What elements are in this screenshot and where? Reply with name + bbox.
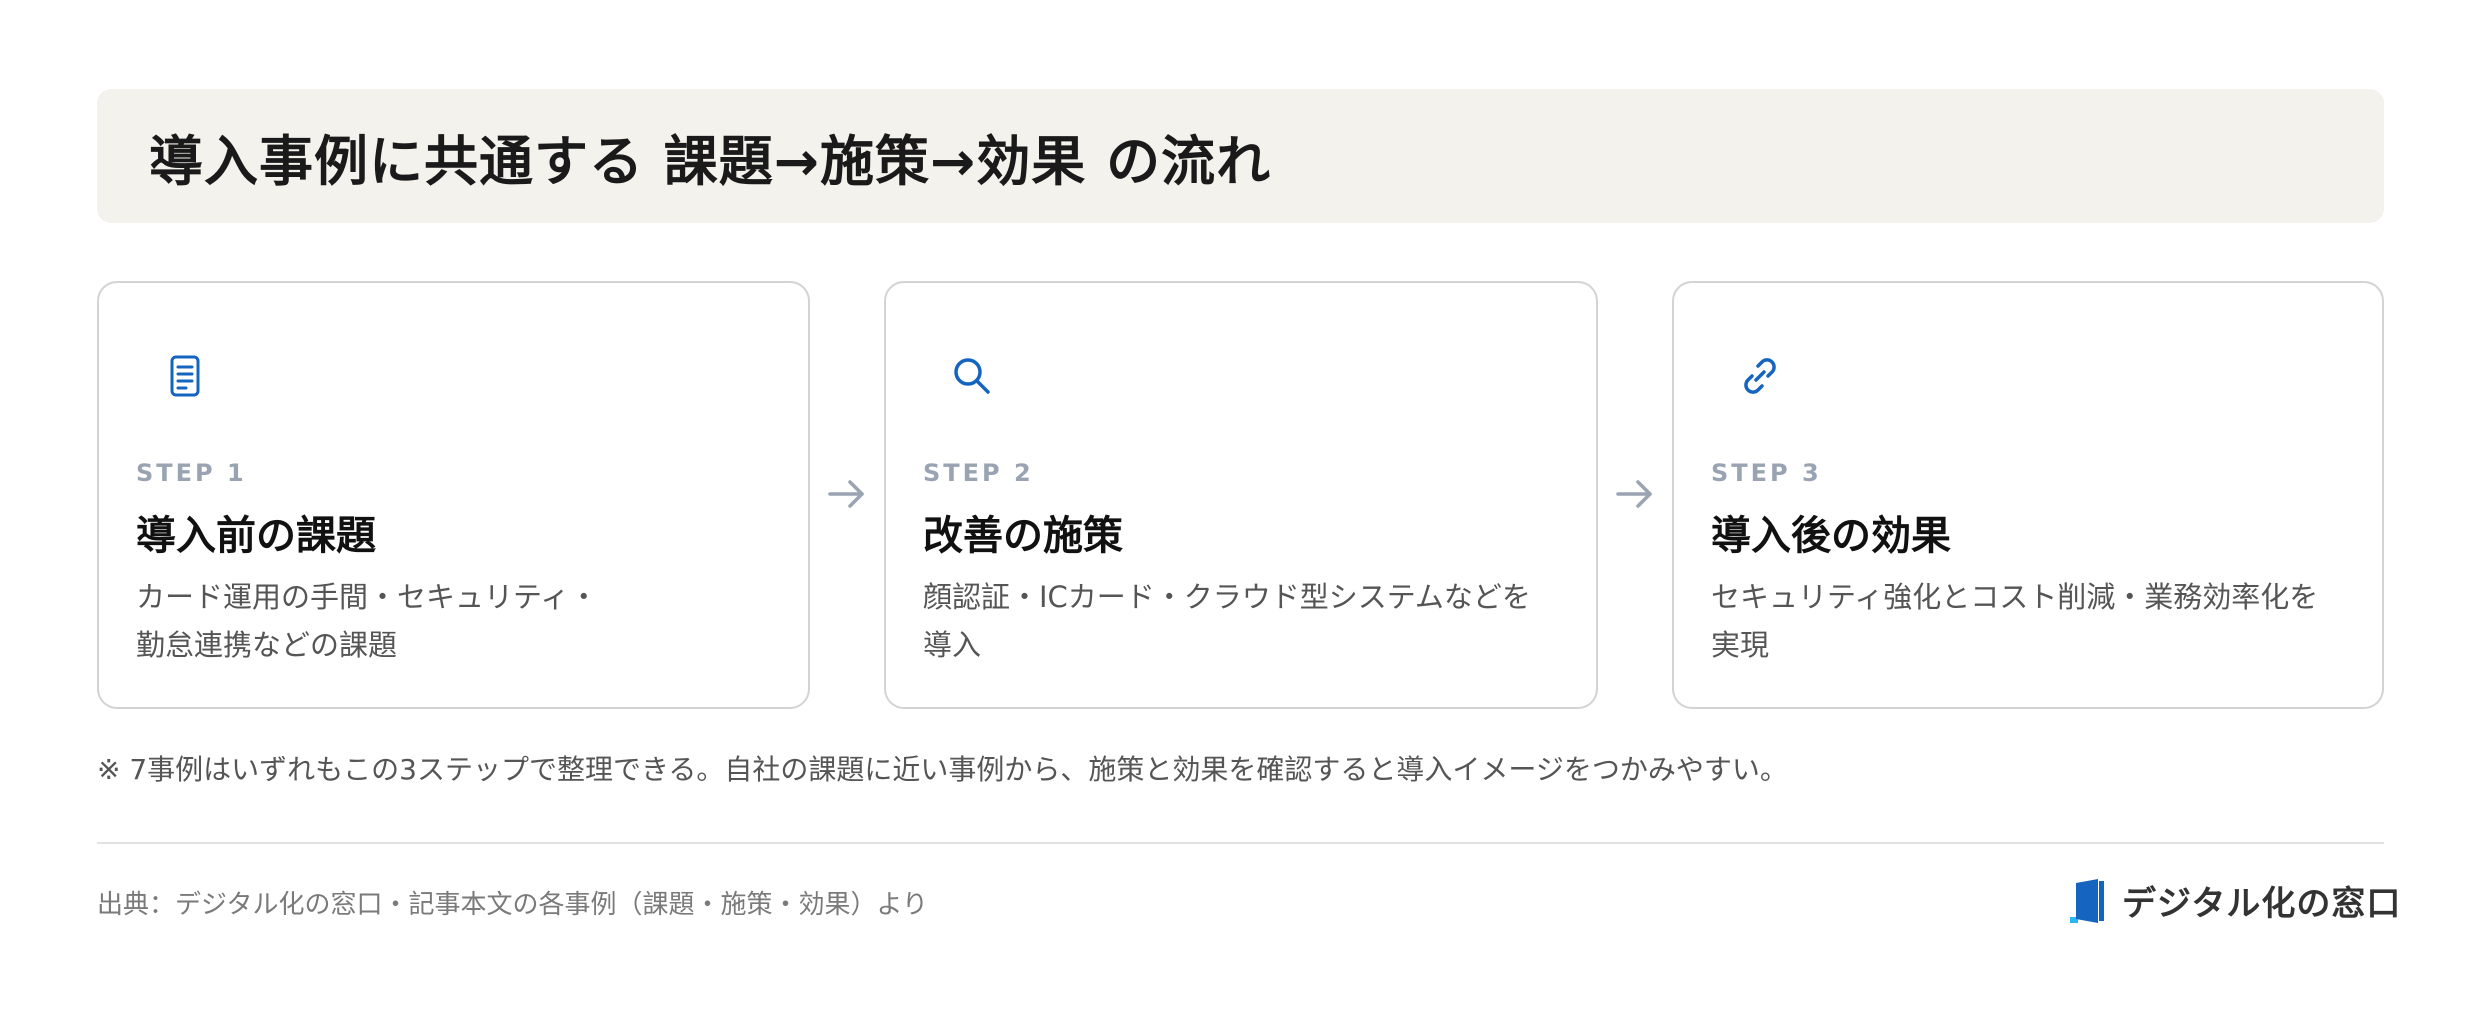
step-card-3: STEP 3 導入後の効果 セキュリティ強化とコスト削減・業務効率化を 実現 xyxy=(1672,281,2384,709)
page: 導入事例に共通する 課題→施策→効果 の流れ STEP 1 導入前の課題 カード… xyxy=(0,0,2480,1016)
step-title: 改善の施策 xyxy=(923,513,1123,559)
step-card-1: STEP 1 導入前の課題 カード運用の手間・セキュリティ・ 勤怠連携などの課題 xyxy=(97,281,810,709)
step-description-line: 導入 xyxy=(923,628,982,662)
step-description-line: セキュリティ強化とコスト削減・業務効率化を xyxy=(1711,580,2319,614)
footnote: ※ 7事例はいずれもこの3ステップで整理できる。自社の課題に近い事例から、施策と… xyxy=(97,753,1788,786)
divider xyxy=(97,842,2384,844)
step-description: 顔認証・ICカード・クラウド型システムなどを 導入 xyxy=(923,573,1563,669)
step-description: カード運用の手間・セキュリティ・ 勤怠連携などの課題 xyxy=(136,573,776,669)
arrow-right-icon xyxy=(1612,472,1656,516)
step-title: 導入前の課題 xyxy=(136,513,376,559)
document-icon xyxy=(161,352,209,400)
step-description-line: 勤怠連携などの課題 xyxy=(136,628,398,662)
step-description: セキュリティ強化とコスト削減・業務効率化を 実現 xyxy=(1711,573,2351,669)
step-label: STEP 1 xyxy=(136,459,247,487)
step-title: 導入後の効果 xyxy=(1711,513,1951,559)
step-description-line: カード運用の手間・セキュリティ・ xyxy=(136,580,599,614)
brand-name: デジタル化の窓口 xyxy=(2122,884,2402,924)
step-card-2: STEP 2 改善の施策 顔認証・ICカード・クラウド型システムなどを 導入 xyxy=(884,281,1598,709)
brand: デジタル化の窓口 xyxy=(2068,876,2401,925)
door-logo-icon xyxy=(2068,877,2108,925)
source-citation: 出典：デジタル化の窓口・記事本文の各事例（課題・施策・効果）より xyxy=(97,890,928,920)
step-label: STEP 2 xyxy=(923,459,1034,487)
search-icon xyxy=(948,352,996,400)
step-label: STEP 3 xyxy=(1711,459,1822,487)
title-banner: 導入事例に共通する 課題→施策→効果 の流れ xyxy=(97,89,2384,223)
step-description-line: 実現 xyxy=(1711,628,1770,662)
page-title: 導入事例に共通する 課題→施策→効果 の流れ xyxy=(149,129,1272,193)
link-icon xyxy=(1736,352,1784,400)
arrow-right-icon xyxy=(824,472,868,516)
step-description-line: 顔認証・ICカード・クラウド型システムなどを xyxy=(923,580,1531,614)
